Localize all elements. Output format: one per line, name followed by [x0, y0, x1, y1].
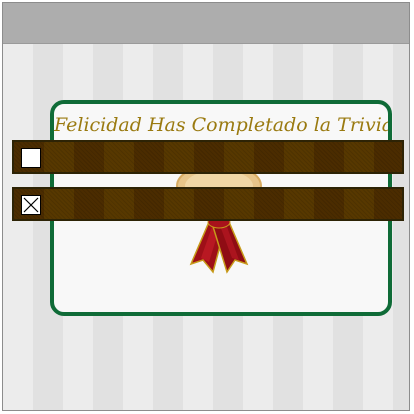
answer-option-1[interactable] — [12, 140, 404, 174]
checkbox-empty-icon[interactable] — [21, 148, 41, 168]
checkbox-x-icon[interactable] — [21, 195, 41, 215]
x-mark-icon — [23, 197, 39, 213]
app-window: Felicidad Has Completado la Trivia — [2, 2, 410, 411]
answer-option-2[interactable] — [12, 187, 404, 221]
title-bar — [3, 3, 409, 44]
dialog-title: Felicidad Has Completado la Trivia — [54, 114, 392, 136]
